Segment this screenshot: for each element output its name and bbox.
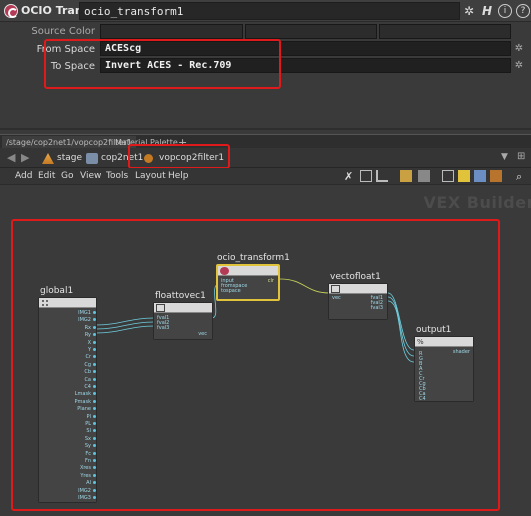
forward-arrow-icon[interactable]: ▶	[21, 151, 29, 164]
network-box-icon[interactable]	[474, 170, 486, 182]
network-view[interactable]: VEX Builder global1 IMG1 IMG2 Rx Ry X Y Cr Cg Cb…	[0, 185, 531, 516]
grid-icon[interactable]	[400, 170, 412, 182]
parameter-header: OCIO Transform ocio_transform1 ✲ H i ?	[0, 0, 531, 22]
highlight-box-params	[44, 39, 281, 89]
ocio-node-icon	[4, 4, 18, 18]
highlight-box-path	[128, 144, 230, 169]
layout-icon[interactable]	[360, 170, 372, 182]
menu-tools[interactable]: Tools	[106, 171, 128, 181]
network-tab-bar: /stage/cop2net1/vopcop2filter1 Material …	[0, 134, 531, 149]
screen-icon[interactable]	[442, 170, 454, 182]
gear-icon[interactable]: ✲	[462, 4, 476, 18]
highlight-box-network	[11, 219, 500, 511]
menu-add[interactable]: Add	[15, 171, 32, 181]
node-name-field[interactable]: ocio_transform1	[79, 2, 460, 20]
pin-icon[interactable]: ⊞	[517, 151, 525, 162]
source-color-field-2[interactable]	[245, 24, 377, 39]
sticky-note-icon[interactable]	[458, 170, 470, 182]
menu-layout[interactable]: Layout	[135, 171, 166, 181]
source-color-field-1[interactable]	[100, 24, 243, 39]
align-icon[interactable]	[376, 170, 388, 182]
back-arrow-icon[interactable]: ◀	[7, 151, 15, 164]
list-icon[interactable]	[418, 170, 430, 182]
source-color-label: Source Color	[31, 26, 95, 37]
source-color-field-3[interactable]	[379, 24, 511, 39]
menu-view[interactable]: View	[80, 171, 101, 181]
path-stage-label: stage	[57, 153, 82, 163]
menu-edit[interactable]: Edit	[38, 171, 55, 181]
pane-divider[interactable]	[0, 128, 531, 130]
search-icon[interactable]: ⌕	[516, 170, 528, 183]
parameter-pane: Source Color From Space ACEScg ✲ To Spac…	[0, 22, 531, 130]
question-icon[interactable]: ?	[516, 4, 530, 18]
menu-go[interactable]: Go	[61, 171, 73, 181]
menu-help[interactable]: Help	[168, 171, 189, 181]
cop-network-icon	[86, 153, 98, 164]
header-icons: ✲ H i ?	[462, 2, 530, 20]
to-space-menu-icon[interactable]: ✲	[513, 60, 525, 72]
from-space-menu-icon[interactable]: ✲	[513, 43, 525, 55]
path-bar: ◀ ▶ stage cop2net1 vopcop2filter1 ▼ ⊞	[0, 144, 531, 169]
help-h-icon[interactable]: H	[480, 4, 494, 18]
palette-icon[interactable]	[490, 170, 502, 182]
info-icon[interactable]: i	[498, 4, 512, 18]
path-stage[interactable]: stage	[40, 151, 82, 166]
stage-icon	[42, 153, 54, 164]
network-menu-bar: Add Edit Go View Tools Layout Help ✗ ⌕	[0, 168, 531, 185]
wrench-icon[interactable]: ✗	[344, 170, 356, 183]
path-dropdown-icon[interactable]: ▼	[501, 152, 508, 162]
